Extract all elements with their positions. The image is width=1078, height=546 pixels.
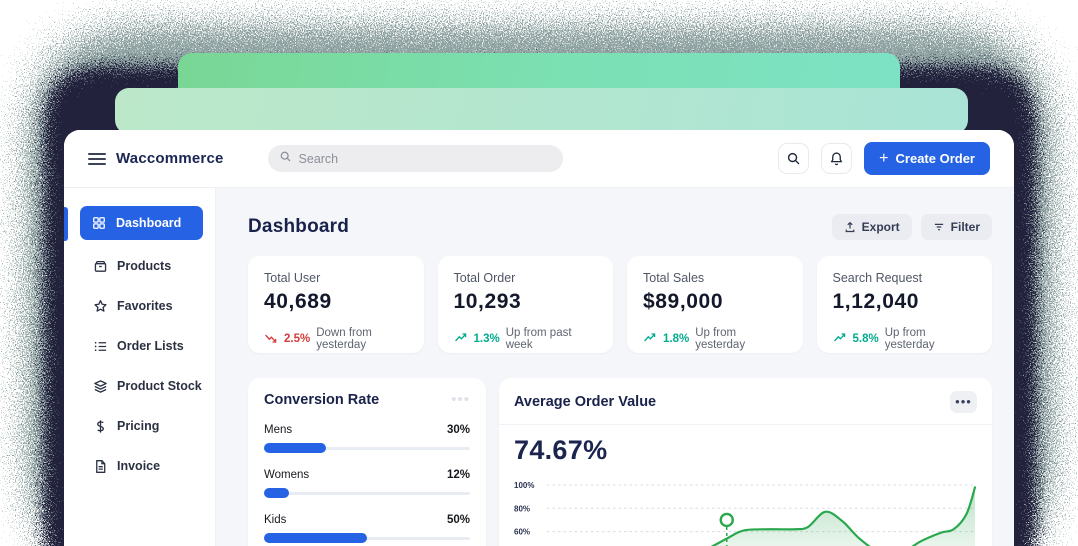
brand-title: Waccommerce xyxy=(116,150,224,167)
stat-label: Total Order xyxy=(453,271,516,285)
trend-up-icon xyxy=(833,332,847,346)
bell-icon xyxy=(830,152,843,166)
app-header: Waccommerce + Create Order xyxy=(64,130,1014,188)
svg-text:60%: 60% xyxy=(514,528,530,537)
search-bar[interactable] xyxy=(267,145,563,172)
trend-down-icon xyxy=(264,333,278,346)
sidebar-item-invoice[interactable]: Invoice xyxy=(64,446,215,486)
stat-delta-pct: 5.8% xyxy=(852,333,879,345)
stat-delta-pct: 1.3% xyxy=(473,333,500,345)
sidebar-item-products[interactable]: Products xyxy=(64,246,215,286)
ellipsis-menu-icon[interactable]: ••• xyxy=(451,392,470,407)
sidebar-item-label: Pricing xyxy=(117,419,160,433)
stat-value: $89,000 xyxy=(643,290,724,313)
export-icon xyxy=(845,221,854,233)
search-input[interactable] xyxy=(298,151,552,166)
bar-label: Kids xyxy=(264,514,287,526)
dollar-icon xyxy=(92,419,108,434)
export-button[interactable]: Export xyxy=(831,214,912,240)
header-actions: + Create Order xyxy=(778,142,990,175)
active-indicator xyxy=(64,207,68,241)
bar-fill-womens xyxy=(264,488,289,498)
app-window: Waccommerce + Create Order xyxy=(64,130,1014,546)
search-button[interactable] xyxy=(778,143,810,174)
stat-delta-desc: Up from past week xyxy=(505,327,572,351)
search-icon xyxy=(788,152,800,165)
stat-label: Search Request xyxy=(832,271,923,285)
stat-value: 10,293 xyxy=(453,290,522,313)
sidebar-item-label: Invoice xyxy=(117,459,161,473)
brand: Waccommerce xyxy=(88,150,224,167)
layers-icon xyxy=(92,379,108,394)
bar-fill-mens xyxy=(264,443,326,453)
sidebar-item-pricing[interactable]: Pricing xyxy=(64,406,215,446)
filter-icon xyxy=(934,223,943,231)
stat-cards: Total User 40,689 2.5% Down from yesterd… xyxy=(248,256,992,353)
conversion-rate-card: Conversion Rate ••• Mens 30% Womens 12% … xyxy=(248,378,486,546)
average-order-value-card: Average Order Value ••• 74.67% 100% 80% … xyxy=(499,378,992,546)
trend-up-icon xyxy=(454,332,468,346)
sidebar-item-label: Product Stock xyxy=(117,379,202,393)
bar-row-mens: Mens 30% xyxy=(264,424,470,453)
bar-value: 30% xyxy=(446,424,470,436)
sidebar-item-product-stock[interactable]: Product Stock xyxy=(64,366,215,406)
ellipsis-menu-button[interactable]: ••• xyxy=(950,391,977,413)
export-label: Export xyxy=(861,220,900,234)
stat-delta-desc: Down from yesterday xyxy=(316,327,372,351)
bar-row-womens: Womens 12% xyxy=(264,469,470,498)
bar-fill-kids xyxy=(264,533,367,543)
stat-value: 40,689 xyxy=(264,290,332,313)
aov-line-chart: 100% 80% 60% xyxy=(514,481,977,546)
document-icon xyxy=(92,459,108,474)
main-content: Dashboard Export Filter Total User 40,68… xyxy=(216,188,1014,546)
box-icon xyxy=(92,259,108,274)
stat-label: Total Sales xyxy=(643,271,705,285)
stat-label: Total User xyxy=(264,271,321,285)
sidebar-item-label: Order Lists xyxy=(117,339,184,353)
svg-text:100%: 100% xyxy=(514,481,534,490)
filter-button[interactable]: Filter xyxy=(920,214,992,240)
notifications-button[interactable] xyxy=(821,143,853,174)
sidebar-item-dashboard[interactable]: Dashboard xyxy=(80,206,203,240)
deco-sheet-front xyxy=(115,88,968,134)
stat-card-total-sales: Total Sales $89,000 1.8% Up from yesterd… xyxy=(627,256,803,353)
sidebar-item-label: Favorites xyxy=(117,299,173,313)
stat-value: 1,12,040 xyxy=(832,290,920,313)
trend-up-icon xyxy=(643,332,657,346)
sidebar: Dashboard Products Favorites Order Lists… xyxy=(64,188,216,546)
bar-label: Womens xyxy=(264,469,310,481)
stat-delta-desc: Up from yesterday xyxy=(695,327,746,351)
stat-card-total-order: Total Order 10,293 1.3% Up from past wee… xyxy=(437,256,613,353)
bar-row-kids: Kids 50% xyxy=(264,514,470,543)
stat-card-total-user: Total User 40,689 2.5% Down from yesterd… xyxy=(248,256,424,353)
search-icon xyxy=(279,150,292,168)
conversion-rate-title: Conversion Rate xyxy=(264,392,380,408)
page-title: Dashboard xyxy=(248,216,350,237)
stat-delta-pct: 2.5% xyxy=(284,333,311,345)
aov-headline-value: 74.67% xyxy=(514,435,608,465)
bar-value: 50% xyxy=(446,514,470,526)
stat-card-search-request: Search Request 1,12,040 5.8% Up from yes… xyxy=(816,256,992,353)
star-icon xyxy=(92,299,108,314)
sidebar-item-favorites[interactable]: Favorites xyxy=(64,286,215,326)
sidebar-item-label: Dashboard xyxy=(116,216,182,230)
grid-icon xyxy=(91,216,107,230)
create-order-label: Create Order xyxy=(895,151,975,166)
plus-icon: + xyxy=(879,149,889,167)
marketing-canvas: Waccommerce + Create Order xyxy=(0,0,1078,546)
sidebar-item-label: Products xyxy=(117,259,172,273)
filter-label: Filter xyxy=(950,220,980,234)
stat-delta-desc: Up from yesterday xyxy=(884,327,935,351)
average-order-value-title: Average Order Value xyxy=(514,394,657,410)
stat-delta-pct: 1.8% xyxy=(663,333,690,345)
bar-label: Mens xyxy=(264,424,293,436)
create-order-button[interactable]: + Create Order xyxy=(864,142,990,175)
menu-icon[interactable] xyxy=(88,152,106,165)
sidebar-item-order-lists[interactable]: Order Lists xyxy=(64,326,215,366)
chart-marker xyxy=(719,512,734,528)
svg-text:80%: 80% xyxy=(514,504,530,513)
bar-value: 12% xyxy=(446,469,470,481)
list-icon xyxy=(92,339,108,354)
